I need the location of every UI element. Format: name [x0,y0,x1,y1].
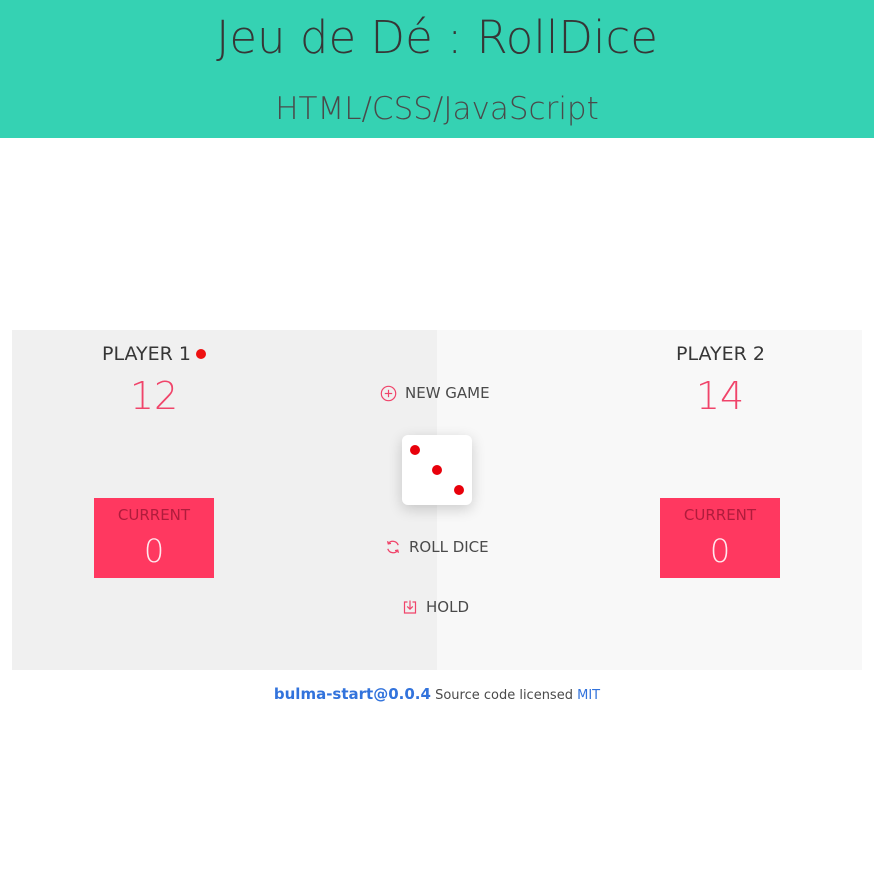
player-1-name: PLAYER 1 [102,342,206,366]
player-2-current-box: CURRENT 0 [660,498,780,578]
game-board: PLAYER 1 12 CURRENT 0 PLAYER 2 14 CURREN… [12,330,862,670]
player-2-panel: PLAYER 2 14 CURRENT 0 [437,330,862,670]
player-2-current-label: CURRENT [683,506,757,524]
dice-pip [410,445,420,455]
new-game-label: NEW GAME [405,384,490,402]
page-title: Jeu de Dé : RollDice [216,11,658,64]
header: Jeu de Dé : RollDice HTML/CSS/JavaScript [0,0,874,138]
dice [402,435,472,505]
player-1-panel: PLAYER 1 12 CURRENT 0 [12,330,437,670]
footer: bulma-start@0.0.4 Source code licensed M… [0,684,874,706]
footer-mit-link[interactable]: MIT [577,688,600,703]
player-1-current-label: CURRENT [117,506,191,524]
player-2-score: 14 [695,374,745,418]
footer-license-text: Source code licensed [435,688,573,703]
player-2-current-value: 0 [709,532,731,570]
new-game-button[interactable]: NEW GAME [380,383,490,403]
dice-pip [432,465,442,475]
player-2-name: PLAYER 2 [676,343,765,365]
page-subtitle: HTML/CSS/JavaScript [275,91,599,127]
plus-circle-icon [380,385,397,402]
player-1-current-box: CURRENT 0 [94,498,214,578]
active-player-indicator [195,349,206,359]
download-icon [402,599,418,615]
roll-dice-button[interactable]: ROLL DICE [385,537,489,557]
refresh-icon [385,539,401,555]
hold-label: HOLD [426,598,469,616]
roll-dice-label: ROLL DICE [409,538,489,556]
player-1-score: 12 [129,374,179,418]
dice-pip [454,485,464,495]
footer-brand-link[interactable]: bulma-start@0.0.4 [274,685,431,703]
hold-button[interactable]: HOLD [402,597,469,617]
player-1-name-label: PLAYER 1 [102,343,191,365]
player-1-current-value: 0 [143,532,165,570]
